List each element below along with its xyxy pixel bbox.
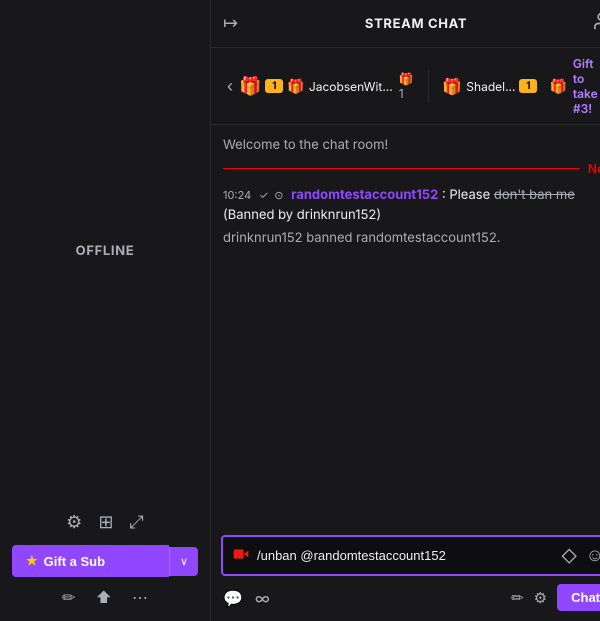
chat-button[interactable]: Chat (557, 584, 600, 611)
diamond-icon[interactable]: ◇ (561, 546, 578, 566)
infinity-icon[interactable]: ∞ (255, 588, 270, 608)
message-time: 10:24 (223, 188, 251, 202)
message-text-after: (Banned by drinknrun152) (223, 207, 381, 223)
users-icon[interactable] (594, 11, 600, 36)
sidebar-icons-row: ⚙ ⊞ ⤢ (12, 512, 198, 537)
user1-name: JacobsenWit... (309, 79, 393, 94)
message-text-strike: don't ban me (494, 187, 575, 203)
chat-message-1: 10:24 ✓ ⊙ randomtestaccount152 : Please … (223, 186, 600, 225)
chat-bottom-left-icons: 💬 ∞ (223, 588, 282, 608)
chat-input[interactable] (257, 548, 553, 563)
check-icon: ✓ (259, 188, 269, 202)
chat-title: STREAM CHAT (365, 16, 467, 32)
new-divider-line (223, 168, 580, 169)
layout-icon[interactable]: ⊞ (98, 512, 113, 533)
upload-icon[interactable]: ⬆ (95, 587, 112, 607)
camera-icon (233, 546, 249, 566)
user2-name: Shadel... (466, 79, 515, 94)
gift-item-2: 🎁 Shadel... 1 🎁 Gift to take #3! (442, 56, 598, 116)
sidebar: OFFLINE ⚙ ⊞ ⤢ ★ Gift a Sub ∨ ✏ ⬆ ⋯ (0, 0, 210, 621)
settings-icon[interactable]: ⚙ (66, 512, 82, 533)
gift-prev-button[interactable]: ‹ (221, 76, 239, 97)
gift-sub-label: Gift a Sub (44, 554, 105, 569)
gift-take-label: Gift to take #3! (573, 56, 598, 116)
clock-icon: ⊙ (274, 188, 283, 202)
gift-sub-dropdown-button[interactable]: ∨ (169, 547, 198, 576)
sidebar-action-row: ✏ ⬆ ⋯ (12, 585, 198, 607)
gift-divider (428, 70, 429, 102)
chat-bottom-right-icons: ✏ ⚙ Chat (511, 584, 600, 611)
message-text-before: : Please (442, 187, 494, 203)
chat-bottom-bar: 💬 ∞ ✏ ⚙ Chat (221, 584, 600, 611)
welcome-message: Welcome to the chat room! (223, 137, 600, 153)
chat-nav-icon[interactable]: ↦ (223, 13, 238, 34)
more-icon[interactable]: ⋯ (132, 587, 148, 607)
gift-banner: ‹ 🎁 1 🎁 JacobsenWit... 🎁 1 🎁 Shadel... 1… (211, 48, 600, 125)
chat-header: ↦ STREAM CHAT (211, 0, 600, 48)
chat-input-box: ◇ ☺ (221, 535, 600, 576)
user1-count: 🎁 1 (399, 71, 414, 101)
new-label: New (588, 161, 600, 176)
gift-items: 🎁 1 🎁 JacobsenWit... 🎁 1 🎁 Shadel... 1 🎁… (239, 56, 598, 116)
gift-badge-num-2: 1 (519, 79, 537, 93)
pencil-bottom-icon[interactable]: ✏ (511, 588, 524, 607)
gift-item-1: 🎁 1 🎁 JacobsenWit... 🎁 1 (239, 71, 414, 101)
gift-sub-row: ★ Gift a Sub ∨ (12, 545, 198, 577)
gift-badge-num-1: 1 (265, 79, 283, 93)
chat-messages: Welcome to the chat room! New 10:24 ✓ ⊙ … (211, 125, 600, 527)
pencil-icon[interactable]: ✏ (62, 587, 75, 607)
chat-send-icons: ◇ ☺ (561, 545, 600, 566)
gift-take-icon: 🎁 (549, 78, 566, 95)
chat-input-area: ◇ ☺ 💬 ∞ ✏ ⚙ Chat (211, 527, 600, 621)
chat-panel: ↦ STREAM CHAT ‹ 🎁 1 🎁 JacobsenWit... 🎁 1 (210, 0, 600, 621)
offline-label: OFFLINE (0, 0, 210, 502)
emoji-icon[interactable]: ☺ (586, 545, 600, 566)
user1-gift-icon: 🎁 (287, 78, 304, 95)
message-username[interactable]: randomtestaccount152 (291, 187, 438, 203)
expand-icon[interactable]: ⤢ (129, 512, 143, 533)
gift-sub-button[interactable]: ★ Gift a Sub (12, 545, 169, 577)
gift-badge-1: 🎁 (239, 76, 261, 97)
chat-bubble-icon[interactable]: 💬 (223, 588, 243, 608)
sidebar-bottom: ⚙ ⊞ ⤢ ★ Gift a Sub ∨ ✏ ⬆ ⋯ (0, 502, 210, 621)
gear-bottom-icon[interactable]: ⚙ (534, 588, 547, 607)
ban-notice: drinknrun152 banned randomtestaccount152… (223, 229, 600, 249)
user2-gift-icon: 🎁 (442, 76, 462, 96)
star-icon: ★ (26, 553, 38, 569)
new-messages-divider: New (223, 161, 600, 176)
